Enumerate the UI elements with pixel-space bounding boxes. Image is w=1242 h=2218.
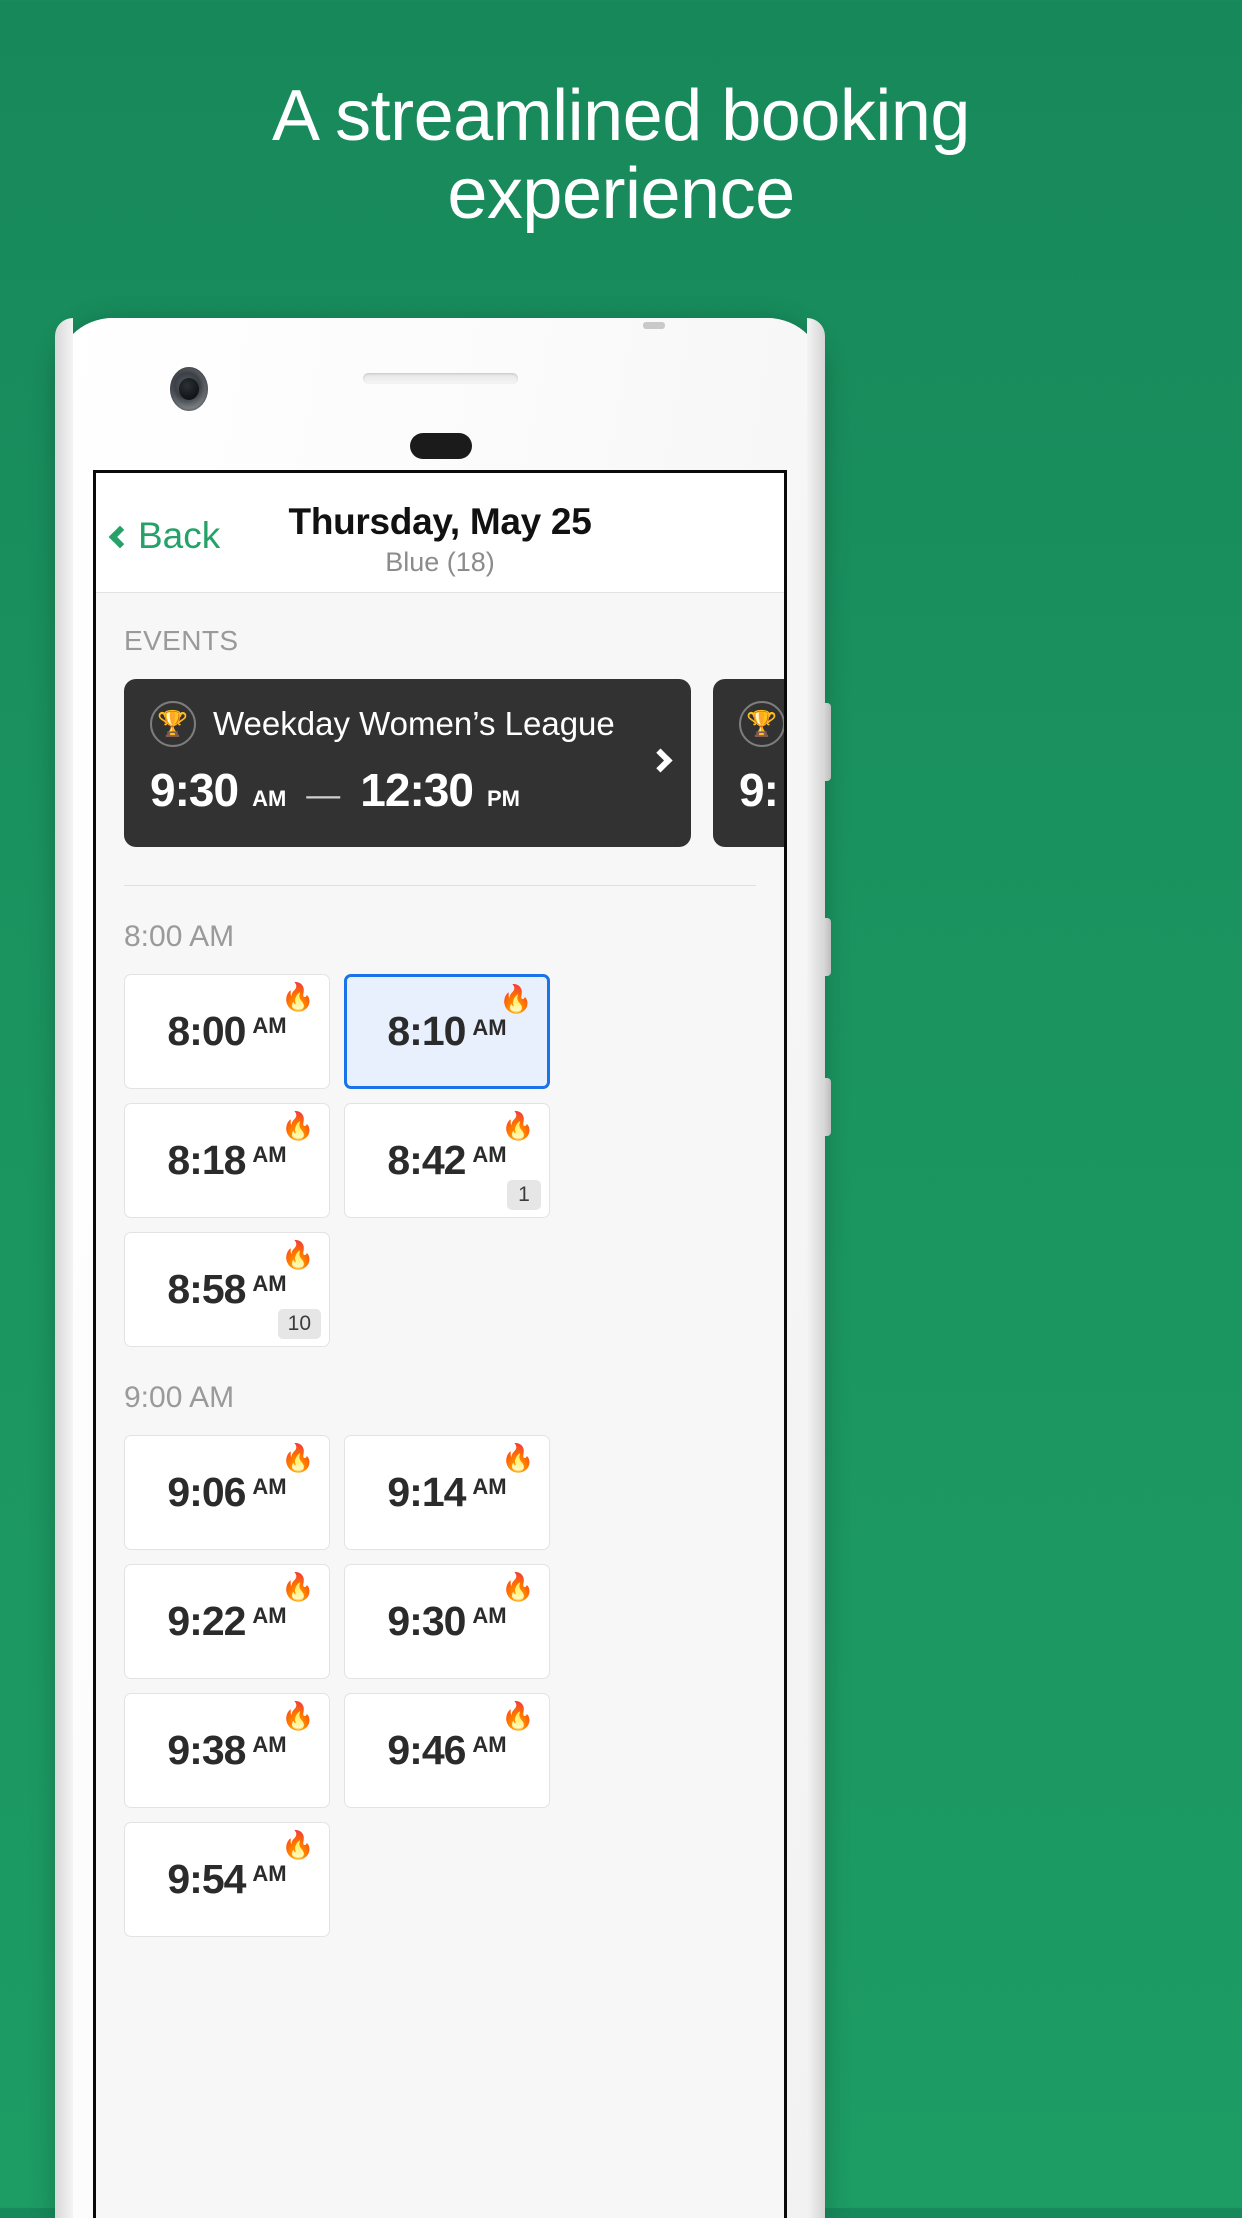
app-navbar: Back Thursday, May 25 Blue (18) <box>96 473 784 593</box>
timeslot-time: 9:30 <box>387 1598 466 1644</box>
phone-top-speck <box>643 322 665 329</box>
chevron-right-icon <box>648 748 673 773</box>
timeslot-button[interactable]: 9:14 AM 🔥 <box>344 1435 550 1550</box>
slot-group-heading: 8:00 AM <box>124 920 235 953</box>
event-start-time-next: 9: <box>739 764 779 816</box>
flame-icon: 🔥 <box>281 1830 315 1860</box>
timeslot-meridiem: AM <box>252 1142 287 1167</box>
timeslot-button[interactable]: 9:06 AM 🔥 <box>124 1435 330 1550</box>
timeslot-button-selected[interactable]: 8:10 AM 🔥 <box>344 974 550 1089</box>
phone-bezel-left <box>55 318 73 2218</box>
event-time-range: 9:30 AM — 12:30 PM <box>150 763 665 817</box>
timeslot-time: 8:42 <box>387 1137 466 1183</box>
timeslot-button[interactable]: 9:22 AM 🔥 <box>124 1564 330 1679</box>
timeslot-meridiem: AM <box>252 1013 287 1038</box>
timeslot-button[interactable]: 8:58 AM 🔥 10 <box>124 1232 330 1347</box>
events-section-label: EVENTS <box>124 625 239 656</box>
navbar-titles: Thursday, May 25 Blue (18) <box>96 501 784 578</box>
timeslot-button[interactable]: 8:18 AM 🔥 <box>124 1103 330 1218</box>
timeslot-meridiem: AM <box>252 1603 287 1628</box>
timeslot-badge: 10 <box>277 1309 321 1339</box>
timeslot-meridiem: AM <box>472 1603 507 1628</box>
flame-icon: 🔥 <box>281 1572 315 1602</box>
slot-grid-9am: 9:06 AM 🔥 9:14 AM 🔥 9:22 AM 🔥 9:30 AM 🔥 … <box>96 1415 784 1937</box>
timeslot-meridiem: AM <box>472 1142 507 1167</box>
page-subtitle: Blue (18) <box>385 547 495 577</box>
timeslot-meridiem: AM <box>472 1732 507 1757</box>
app-screen: Back Thursday, May 25 Blue (18) EVENTS 🏆… <box>93 470 787 2218</box>
flame-icon: 🔥 <box>281 1443 315 1473</box>
event-end-time: 12:30 <box>360 764 474 816</box>
timeslot-time: 9:38 <box>167 1727 246 1773</box>
flame-icon: 🔥 <box>281 1701 315 1731</box>
timeslot-time: 8:10 <box>387 1008 466 1054</box>
timeslot-meridiem: AM <box>252 1861 287 1886</box>
event-name: Weekday Women’s League <box>213 705 615 742</box>
flame-icon: 🔥 <box>501 1443 535 1473</box>
timeslot-meridiem: AM <box>252 1474 287 1499</box>
timeslot-button[interactable]: 9:38 AM 🔥 <box>124 1693 330 1808</box>
flame-icon: 🔥 <box>281 1240 315 1270</box>
timeslot-button[interactable]: 9:54 AM 🔥 <box>124 1822 330 1937</box>
timeslot-time: 9:46 <box>387 1727 466 1773</box>
timeslot-meridiem: AM <box>472 1015 507 1040</box>
timeslot-button[interactable]: 8:00 AM 🔥 <box>124 974 330 1089</box>
phone-side-button-power[interactable] <box>823 703 831 781</box>
event-card-header-next: 🏆 <box>739 701 784 747</box>
timeslot-button[interactable]: 9:46 AM 🔥 <box>344 1693 550 1808</box>
flame-icon: 🔥 <box>281 1111 315 1141</box>
event-card-header: 🏆 Weekday Women’s League <box>150 701 665 747</box>
slot-group-9am: 9:00 AM 9:06 AM 🔥 9:14 AM 🔥 9:22 AM 🔥 9:… <box>96 1347 784 1937</box>
flame-icon: 🔥 <box>501 1111 535 1141</box>
sensor-notch <box>410 433 472 459</box>
promo-headline-line1: A streamlined booking <box>272 76 970 156</box>
flame-icon: 🔥 <box>501 1572 535 1602</box>
promo-headline-line2: experience <box>447 153 795 234</box>
event-time-separator: — <box>306 776 341 814</box>
front-camera-icon <box>170 367 208 411</box>
trophy-icon: 🏆 <box>150 701 196 747</box>
slot-group-8am: 8:00 AM 8:00 AM 🔥 8:10 AM 🔥 8:18 AM 🔥 8:… <box>96 886 784 1347</box>
event-end-meridiem: PM <box>486 786 520 811</box>
timeslot-time: 8:58 <box>167 1266 246 1312</box>
timeslot-meridiem: AM <box>472 1474 507 1499</box>
phone-side-button-volume-down[interactable] <box>823 1078 831 1136</box>
timeslot-meridiem: AM <box>252 1271 287 1296</box>
event-card-disclosure[interactable] <box>648 748 673 774</box>
timeslot-meridiem: AM <box>252 1732 287 1757</box>
trophy-icon: 🏆 <box>739 701 784 747</box>
timeslot-button[interactable]: 9:30 AM 🔥 <box>344 1564 550 1679</box>
phone-side-button-volume-up[interactable] <box>823 918 831 976</box>
slot-grid-8am: 8:00 AM 🔥 8:10 AM 🔥 8:18 AM 🔥 8:42 AM 🔥 … <box>96 954 784 1347</box>
timeslot-button[interactable]: 8:42 AM 🔥 1 <box>344 1103 550 1218</box>
event-card[interactable]: 🏆 Weekday Women’s League 9:30 AM — 12:30… <box>124 679 691 847</box>
timeslot-badge: 1 <box>507 1180 541 1210</box>
earpiece-speaker <box>363 373 518 384</box>
phone-bezel-right <box>807 318 825 2218</box>
timeslot-time: 9:22 <box>167 1598 246 1644</box>
slot-group-heading: 9:00 AM <box>124 1381 235 1414</box>
timeslot-time: 8:00 <box>167 1008 246 1054</box>
page-title: Thursday, May 25 <box>288 501 592 542</box>
promo-headline: A streamlined booking experience <box>0 76 1242 234</box>
event-card-next[interactable]: 🏆 9: <box>713 679 784 847</box>
event-start-meridiem: AM <box>252 786 287 811</box>
timeslot-time: 8:18 <box>167 1137 246 1183</box>
flame-icon: 🔥 <box>499 984 533 1014</box>
flame-icon: 🔥 <box>501 1701 535 1731</box>
screen-scroll-body[interactable]: EVENTS 🏆 Weekday Women’s League 9:30 AM … <box>96 593 784 1937</box>
events-carousel[interactable]: 🏆 Weekday Women’s League 9:30 AM — 12:30… <box>96 657 784 847</box>
timeslot-time: 9:06 <box>167 1469 246 1515</box>
event-start-time: 9:30 <box>150 764 239 816</box>
timeslot-time: 9:14 <box>387 1469 466 1515</box>
event-time-range-next: 9: <box>739 763 784 817</box>
flame-icon: 🔥 <box>281 982 315 1012</box>
phone-mockup: Back Thursday, May 25 Blue (18) EVENTS 🏆… <box>55 318 831 2218</box>
timeslot-time: 9:54 <box>167 1856 246 1902</box>
